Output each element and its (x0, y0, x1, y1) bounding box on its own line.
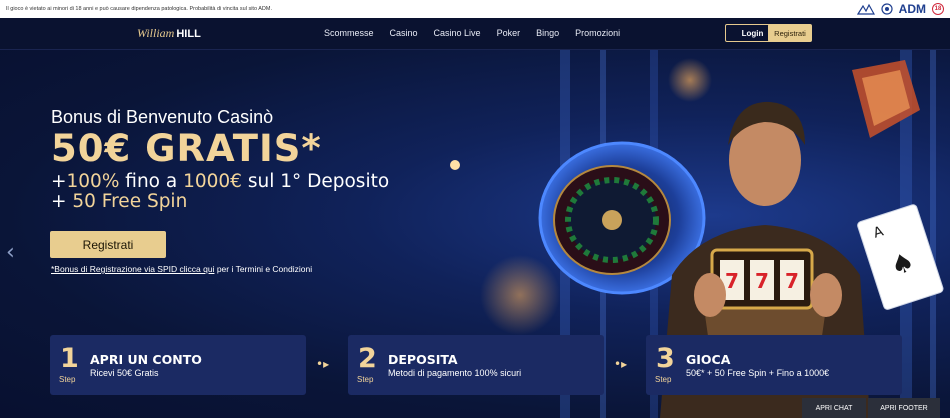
hero-offer-line2: + 50 Free Spin (51, 191, 188, 212)
menu-item-poker[interactable]: Poker (497, 28, 521, 38)
open-footer-button[interactable]: APRI FOOTER (868, 398, 940, 418)
open-chat-button[interactable]: APRI CHAT (802, 398, 866, 418)
william-hill-logo[interactable]: William HILL (137, 26, 201, 41)
menu-item-casino-live[interactable]: Casino Live (434, 28, 481, 38)
terms-link[interactable]: *Bonus di Registrazione via SPID clicca … (51, 264, 214, 274)
svg-text:7: 7 (725, 269, 739, 293)
legal-text: Il gioco è vietato ai minori di 18 anni … (6, 6, 272, 12)
top-nav: William HILL Scommesse Casino Casino Liv… (0, 18, 950, 50)
brand-script: William (137, 26, 175, 40)
menu-item-casino[interactable]: Casino (390, 28, 418, 38)
terms-text: *Bonus di Registrazione via SPID clicca … (51, 264, 313, 274)
register-top-button[interactable]: Registrati (768, 24, 812, 42)
step-label: Step (357, 375, 374, 384)
step-card-2: 2 Step DEPOSITA Metodi di pagamento 100%… (348, 335, 604, 395)
regulator-logos: ADM 18 (856, 2, 944, 16)
hero-headline: 50€ GRATIS* (51, 127, 322, 170)
step-card-1: 1 Step APRI UN CONTO Ricevi 50€ Gratis (50, 335, 306, 395)
step-number: 3 (656, 343, 675, 374)
menu-item-bingo[interactable]: Bingo (536, 28, 559, 38)
step-number: 1 (60, 343, 79, 374)
svg-text:7: 7 (785, 269, 799, 293)
step-description: 50€* + 50 Free Spin + Fino a 1000€ (686, 368, 830, 378)
hero-banner: 7 7 7 A ♠ ‹ Bonus di Benvenuto Casinò 50… (0, 50, 950, 418)
step-description: Metodi di pagamento 100% sicuri (388, 368, 522, 378)
carousel-prev-icon[interactable]: ‹ (6, 240, 15, 265)
hero-subtitle: Bonus di Benvenuto Casinò (51, 107, 274, 127)
step-card-3: 3 Step GIOCA 50€* + 50 Free Spin + Fino … (646, 335, 902, 395)
step-title: APRI UN CONTO (90, 352, 202, 367)
step-label: Step (59, 375, 76, 384)
register-cta-button[interactable]: Registrati (50, 231, 166, 258)
menu-item-promozioni[interactable]: Promozioni (575, 28, 620, 38)
brand-bold: HILL (176, 28, 201, 40)
hero-offer-line1: +100% fino a 1000€ sul 1° Deposito (51, 171, 390, 192)
step-number: 2 (358, 343, 377, 374)
legal-banner: Il gioco è vietato ai minori di 18 anni … (0, 0, 950, 18)
step-label: Step (655, 375, 672, 384)
step-title: DEPOSITA (388, 352, 458, 367)
svg-text:7: 7 (755, 269, 769, 293)
mountain-logo-icon (856, 3, 875, 15)
adm-logo: ADM (898, 2, 926, 16)
main-menu: Scommesse Casino Casino Live Poker Bingo… (324, 28, 636, 38)
menu-item-scommesse[interactable]: Scommesse (324, 28, 374, 38)
step-arrow-icon: •▸ (614, 357, 628, 371)
age-18-icon: 18 (932, 3, 944, 15)
step-description: Ricevi 50€ Gratis (90, 368, 159, 378)
step-title: GIOCA (686, 352, 731, 367)
step-arrow-icon: •▸ (316, 357, 330, 371)
shield-logo-icon (881, 3, 893, 15)
